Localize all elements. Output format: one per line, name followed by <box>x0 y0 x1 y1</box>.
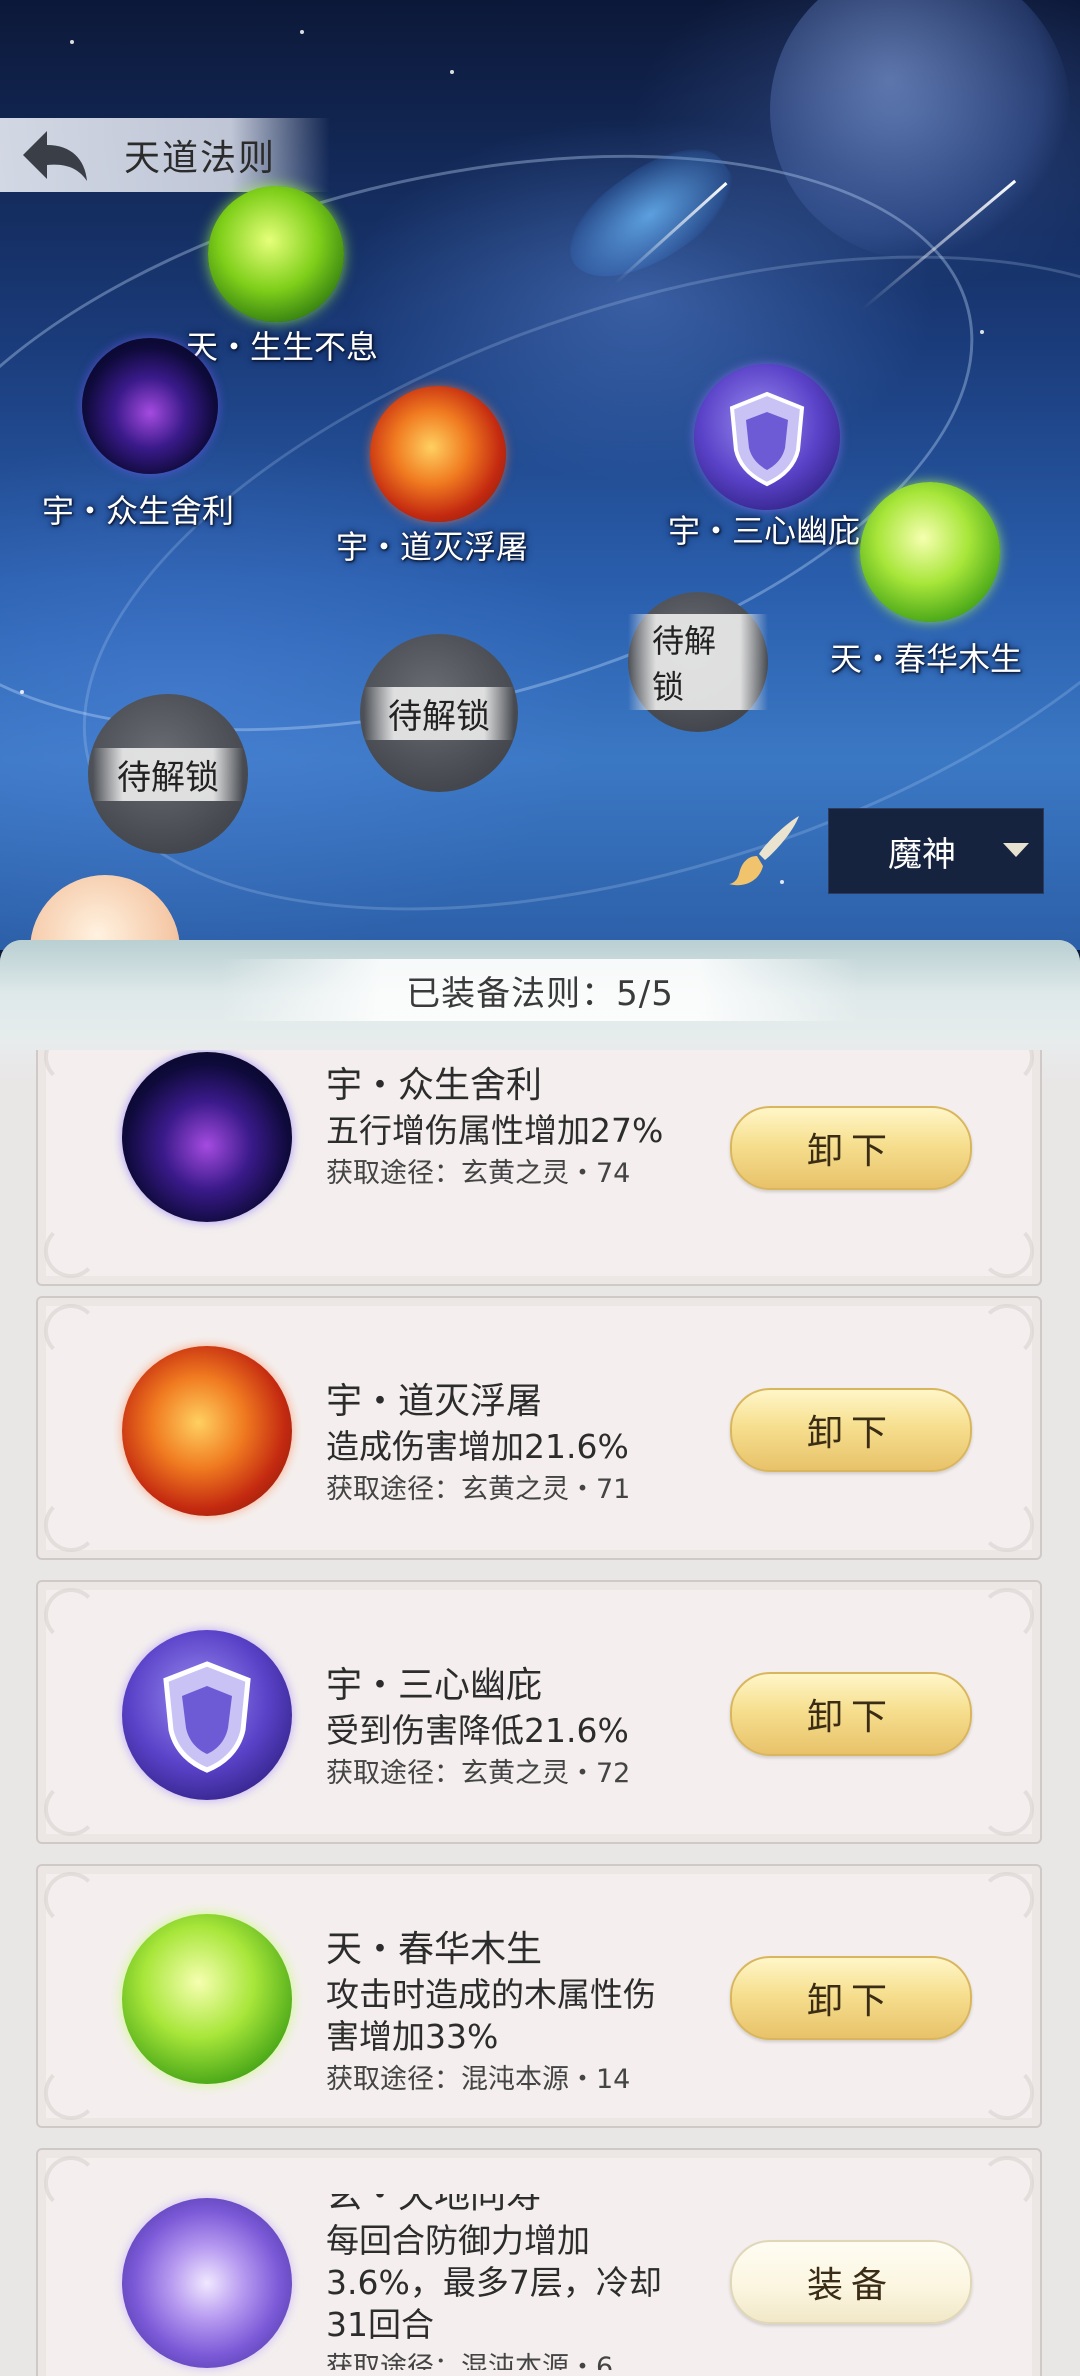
locked-label: 待解锁 <box>628 614 768 710</box>
locked-slot[interactable]: 待解锁 <box>628 592 768 732</box>
equipped-panel: 已装备法则：5/5 宇・众生舍利 五行增伤属性增加27% 获取途径：玄黄之灵・7… <box>0 940 1080 2376</box>
law-info: 宇・道灭浮屠 造成伤害增加21.6% 获取途径：玄黄之灵・71 <box>326 1378 746 1510</box>
page-title: 天道法则 <box>124 138 277 179</box>
unequip-button[interactable]: 卸下 <box>730 1388 972 1472</box>
dropdown-arrow-icon <box>1003 843 1029 857</box>
back-arrow-icon <box>23 131 87 181</box>
law-info: 天・春华木生 攻击时造成的木属性伤害增加33% 获取途径：混沌本源・14 <box>326 1926 746 2100</box>
law-source: 获取途径：玄黄之灵・72 <box>326 1758 631 1789</box>
star <box>70 40 74 44</box>
unequip-button[interactable]: 卸下 <box>730 1672 972 1756</box>
brush-icon[interactable] <box>725 810 805 890</box>
locked-slot[interactable]: 待解锁 <box>360 634 518 792</box>
locked-label: 待解锁 <box>364 686 514 740</box>
faction-dropdown[interactable]: 魔神 <box>828 808 1044 894</box>
law-name: 天・春华木生 <box>326 1929 543 1970</box>
law-node-icon-shengsheng[interactable] <box>208 186 344 322</box>
law-card: 天・春华木生 攻击时造成的木属性伤害增加33% 获取途径：混沌本源・14 卸下 <box>36 1864 1042 2128</box>
law-node-label: 天・生生不息 <box>186 328 379 366</box>
law-node-label: 宇・众生舍利 <box>42 492 235 530</box>
law-effect: 每回合防御力增加3.6%，最多7层，冷却31回合 <box>326 2221 662 2344</box>
law-icon <box>122 2198 292 2368</box>
star <box>300 30 304 34</box>
law-effect: 攻击时造成的木属性伤害增加33% <box>326 1975 656 2056</box>
law-card: 宇・三心幽庇 受到伤害降低21.6% 获取途径：玄黄之灵・72 卸下 <box>36 1580 1042 1844</box>
unequip-button[interactable]: 卸下 <box>730 1106 972 1190</box>
star <box>20 690 24 694</box>
law-info: 玄・天地同寿 每回合防御力增加3.6%，最多7层，冷却31回合 获取途径：混沌本… <box>326 2194 746 2370</box>
law-node-icon-zhongsheng[interactable] <box>82 338 218 474</box>
law-icon <box>122 1914 292 2084</box>
law-source: 获取途径：混沌本源・14 <box>326 2064 631 2095</box>
law-name: 宇・道灭浮屠 <box>326 1381 543 1422</box>
law-node-icon-sanxin[interactable] <box>694 364 840 510</box>
law-node-label: 宇・道灭浮屠 <box>336 528 529 566</box>
law-icon <box>122 1052 292 1222</box>
shield-icon <box>729 391 805 487</box>
law-card: 玄・天地同寿 每回合防御力增加3.6%，最多7层，冷却31回合 获取途径：混沌本… <box>36 2148 1042 2376</box>
law-name: 玄・天地同寿 <box>326 2194 543 2216</box>
title-bar: 天道法则 <box>0 118 330 192</box>
unequip-button[interactable]: 卸下 <box>730 1956 972 2040</box>
locked-label: 待解锁 <box>93 747 243 801</box>
star <box>980 330 984 334</box>
equip-button[interactable]: 装备 <box>730 2240 972 2324</box>
law-effect: 五行增伤属性增加27% <box>326 1111 664 1150</box>
law-icon <box>122 1630 292 1800</box>
law-name: 宇・三心幽庇 <box>326 1665 543 1706</box>
planet-decoration <box>30 875 180 950</box>
law-card: 宇・道灭浮屠 造成伤害增加21.6% 获取途径：玄黄之灵・71 卸下 <box>36 1296 1042 1560</box>
panel-header: 已装备法则：5/5 <box>0 940 1080 1040</box>
law-node-label: 宇・三心幽庇 <box>668 512 861 550</box>
law-list[interactable]: 宇・众生舍利 五行增伤属性增加27% 获取途径：玄黄之灵・74 卸下 宇・道灭浮… <box>0 1050 1080 2376</box>
faction-selected: 魔神 <box>888 834 956 875</box>
law-info: 宇・众生舍利 五行增伤属性增加27% 获取途径：玄黄之灵・74 <box>326 1062 746 1194</box>
law-card: 宇・众生舍利 五行增伤属性增加27% 获取途径：玄黄之灵・74 卸下 <box>36 1050 1042 1286</box>
law-effect: 造成伤害增加21.6% <box>326 1427 629 1466</box>
locked-slot[interactable]: 待解锁 <box>88 694 248 854</box>
law-info: 宇・三心幽庇 受到伤害降低21.6% 获取途径：玄黄之灵・72 <box>326 1662 746 1794</box>
law-source: 获取途径：混沌本源・6 <box>326 2352 614 2370</box>
law-name: 宇・众生舍利 <box>326 1065 543 1106</box>
law-effect: 受到伤害降低21.6% <box>326 1711 629 1750</box>
law-icon <box>122 1346 292 1516</box>
law-source: 获取途径：玄黄之灵・74 <box>326 1158 631 1189</box>
law-source: 获取途径：玄黄之灵・71 <box>326 1474 631 1505</box>
law-node-icon-daomie[interactable] <box>370 386 506 522</box>
shield-icon <box>163 1661 251 1773</box>
star <box>450 70 454 74</box>
law-node-icon-chunhua[interactable] <box>860 482 1000 622</box>
law-node-label: 天・春华木生 <box>830 640 1023 678</box>
equipped-count: 已装备法则：5/5 <box>220 959 860 1021</box>
back-button[interactable] <box>0 118 110 192</box>
